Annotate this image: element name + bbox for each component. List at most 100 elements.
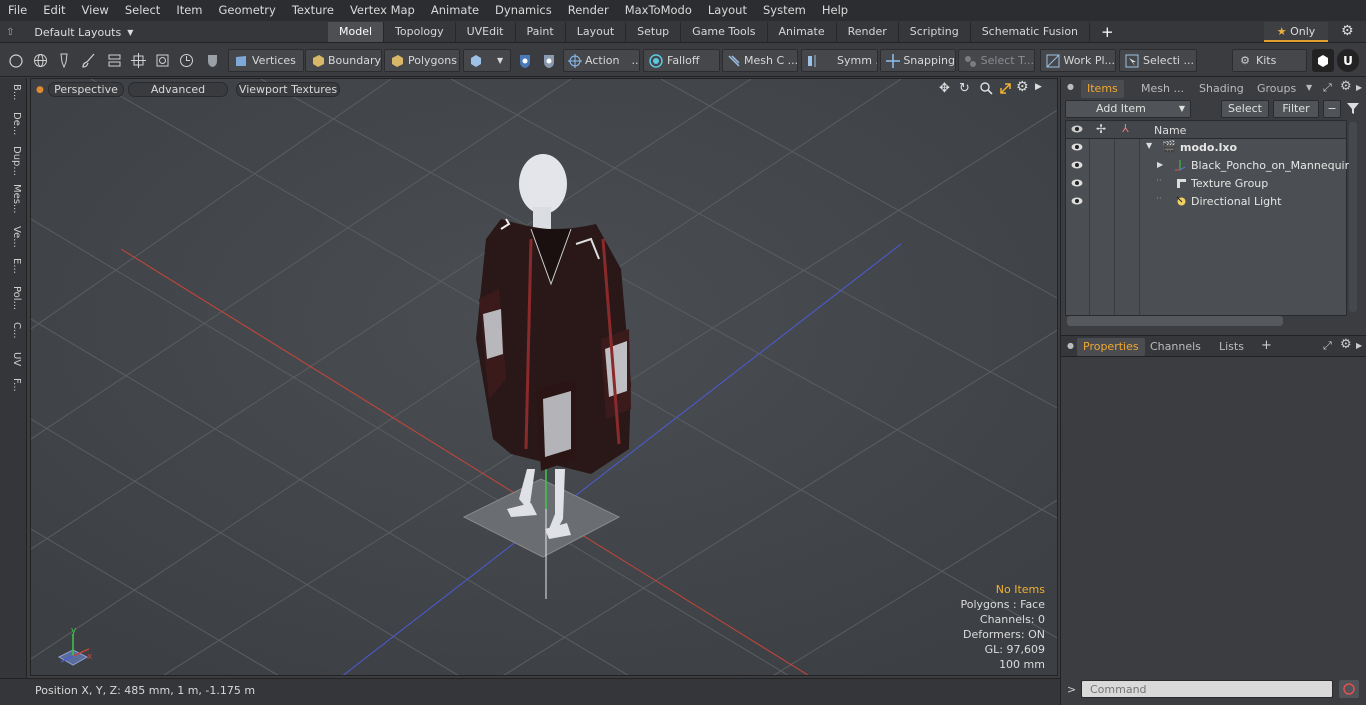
tab-lists[interactable]: Lists (1213, 338, 1250, 356)
panel-expand-icon[interactable]: ▶ (1356, 341, 1362, 350)
panel-menu-chevron-icon[interactable]: ▼ (1306, 83, 1312, 92)
funnel-icon[interactable] (1346, 101, 1360, 118)
panel-popout-icon[interactable]: ⤢ (1323, 339, 1332, 353)
tab-groups[interactable]: Groups (1251, 80, 1302, 98)
menu-texture[interactable]: Texture (284, 0, 342, 21)
clock-icon[interactable] (175, 49, 197, 72)
panel-expand-icon[interactable]: ▶ (1356, 83, 1362, 92)
menu-system[interactable]: System (755, 0, 814, 21)
pan-icon[interactable]: ✥ (939, 81, 950, 96)
pen-icon[interactable] (53, 49, 75, 72)
tab-channels[interactable]: Channels (1144, 338, 1207, 356)
vertices-button[interactable]: Vertices (228, 49, 304, 72)
frame-icon[interactable] (151, 49, 173, 72)
tree-row-texture-group[interactable]: ·· Texture Group (1066, 175, 1346, 193)
tab-shading[interactable]: Shading (1193, 80, 1250, 98)
modo-cube-icon[interactable] (1312, 49, 1334, 72)
panel-popout-icon[interactable]: ⤢ (1323, 81, 1332, 95)
symmetry-button[interactable]: Symm ... (801, 49, 878, 72)
vertical-scrollbar[interactable] (1349, 122, 1357, 312)
tab-mesh-ops[interactable]: Mesh ... (1135, 80, 1190, 98)
pivot-shield-icon[interactable] (538, 49, 560, 72)
kits-button[interactable]: ⚙ Kits (1232, 49, 1307, 72)
menu-layout[interactable]: Layout (700, 0, 755, 21)
only-toggle[interactable]: ★ Only (1264, 22, 1328, 42)
tab-items[interactable]: Items (1081, 80, 1124, 98)
left-tab-uv[interactable]: UV (4, 352, 22, 366)
action-center-button[interactable]: Action ... (563, 49, 640, 72)
menu-edit[interactable]: Edit (35, 0, 73, 21)
left-tab-curve[interactable]: C... (4, 322, 22, 339)
eye-icon[interactable] (1071, 196, 1083, 206)
expand-triangle-icon[interactable]: ▶ (1157, 160, 1163, 169)
eye-icon[interactable] (1071, 178, 1083, 188)
layout-selector[interactable]: ⇧ Default Layouts ▼ (6, 23, 133, 41)
left-tab-polygon[interactable]: Pol... (4, 286, 22, 310)
select-through-button[interactable]: Select T... (958, 49, 1035, 72)
tab-topology[interactable]: Topology (384, 22, 456, 42)
select-circle-icon[interactable] (5, 49, 27, 72)
tab-model[interactable]: Model (328, 22, 385, 42)
falloff-button[interactable]: Falloff (643, 49, 720, 72)
maximize-icon[interactable] (999, 82, 1012, 98)
menu-select[interactable]: Select (117, 0, 168, 21)
tab-game-tools[interactable]: Game Tools (681, 22, 768, 42)
left-tab-edge[interactable]: E... (4, 258, 22, 274)
globe-icon[interactable] (29, 49, 51, 72)
add-tab-icon[interactable]: + (1261, 338, 1272, 353)
snapping-button[interactable]: Snapping (880, 49, 956, 72)
left-tab-deform[interactable]: De... (4, 112, 22, 135)
tab-schematic-fusion[interactable]: Schematic Fusion (971, 22, 1091, 42)
menu-vertex-map[interactable]: Vertex Map (342, 0, 423, 21)
unreal-icon[interactable]: U (1337, 49, 1359, 72)
shield-icon[interactable] (201, 49, 223, 72)
menu-view[interactable]: View (74, 0, 117, 21)
left-tab-duplicate[interactable]: Dup... (4, 146, 22, 176)
tab-scripting[interactable]: Scripting (899, 22, 971, 42)
filter-button[interactable]: Filter (1273, 100, 1319, 118)
eye-icon[interactable] (1071, 142, 1083, 152)
viewport-gear-icon[interactable]: ⚙ (1016, 79, 1029, 95)
add-tab-button[interactable]: + (1090, 22, 1125, 42)
3d-viewport[interactable]: y x ● Perspective Advanced Viewport Text… (30, 78, 1058, 676)
brush-icon[interactable] (77, 49, 99, 72)
left-tab-vertex[interactable]: Ve... (4, 226, 22, 248)
tab-uvedit[interactable]: UVEdit (456, 22, 516, 42)
zoom-icon[interactable] (980, 82, 993, 98)
menu-dynamics[interactable]: Dynamics (487, 0, 560, 21)
horizontal-scrollbar[interactable] (1067, 316, 1283, 326)
menu-geometry[interactable]: Geometry (211, 0, 284, 21)
tab-render[interactable]: Render (837, 22, 899, 42)
menu-animate[interactable]: Animate (423, 0, 487, 21)
tab-properties[interactable]: Properties (1077, 338, 1145, 356)
menu-help[interactable]: Help (814, 0, 856, 21)
perspective-button[interactable]: Perspective (48, 82, 124, 97)
menu-item[interactable]: Item (168, 0, 210, 21)
selection-sets-button[interactable]: Selecti ... (1119, 49, 1197, 72)
select-button[interactable]: Select (1221, 100, 1269, 118)
menu-maxtomodo[interactable]: MaxToModo (617, 0, 700, 21)
tab-paint[interactable]: Paint (516, 22, 566, 42)
left-tab-fusion[interactable]: F... (4, 378, 22, 392)
tree-row-mesh[interactable]: ▶ Black_Poncho_on_Mannequin (1066, 157, 1352, 175)
align-icon[interactable] (103, 49, 125, 72)
tree-row-scene[interactable]: ▼ 🎬 modo.lxo (1066, 139, 1346, 157)
mesh-constraint-button[interactable]: Mesh C ... (722, 49, 798, 72)
panel-gear-icon[interactable]: ⚙ (1340, 337, 1352, 352)
add-item-button[interactable]: Add Item ▼ (1065, 100, 1191, 118)
snap-shield-icon[interactable] (514, 49, 536, 72)
panel-gear-icon[interactable]: ⚙ (1340, 79, 1352, 94)
gear-icon[interactable]: ⚙ (1341, 23, 1354, 39)
center-icon[interactable] (127, 49, 149, 72)
menu-render[interactable]: Render (560, 0, 617, 21)
eye-icon[interactable] (1071, 160, 1083, 170)
item-mode-dropdown[interactable]: ▼ (463, 49, 511, 72)
collapse-button[interactable]: − (1323, 100, 1341, 118)
tree-row-directional-light[interactable]: ·· Directional Light (1066, 193, 1346, 211)
left-tab-basic[interactable]: B... (4, 84, 22, 100)
tab-setup[interactable]: Setup (626, 22, 682, 42)
left-tab-mesh-edit[interactable]: Mes... (4, 184, 22, 214)
menu-file[interactable]: File (0, 0, 35, 21)
work-plane-button[interactable]: Work Pl... (1040, 49, 1116, 72)
tab-animate[interactable]: Animate (768, 22, 837, 42)
